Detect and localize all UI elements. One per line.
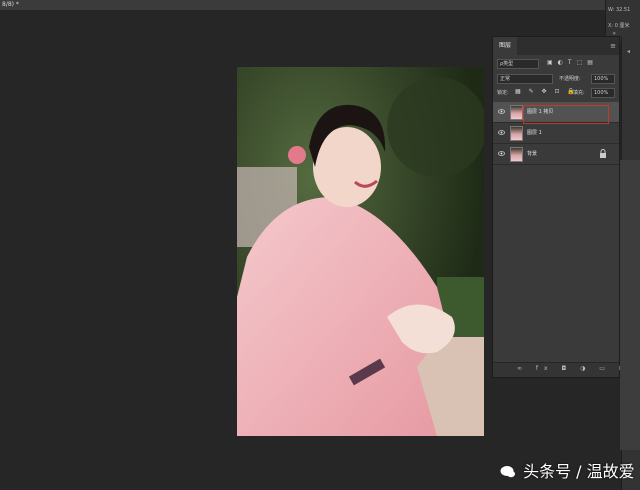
blend-row: 正常 不透明度: 100% [497, 74, 617, 85]
layer-row[interactable]: 图层 1 拷贝 [493, 102, 619, 124]
opacity-field[interactable]: 100% [591, 74, 615, 84]
document-tab[interactable]: 8/8) * [0, 0, 640, 10]
chat-bubble-icon [500, 466, 515, 478]
layers-panel-tabbar: 图层 ≡ [493, 37, 619, 55]
eye-icon[interactable] [498, 129, 505, 136]
lock-row: 锁定: ▦ ✎ ✥ ⊡ 🔒 填充: 100% [497, 88, 617, 99]
layer-thumbnail [510, 105, 523, 120]
fill-label: 填充: [573, 90, 585, 96]
canvas-image[interactable] [237, 67, 484, 436]
layer-filter-row: ρ类型 ▣◐T⬚▤ [497, 59, 617, 70]
dock-side-panel [620, 160, 640, 450]
filter-type-icons[interactable]: ▣◐T⬚▤ [547, 59, 598, 66]
fill-field[interactable]: 100% [591, 88, 615, 98]
layer-row[interactable]: 图层 1 [493, 123, 619, 144]
eye-icon[interactable] [498, 150, 505, 157]
lock-label: 锁定: [497, 90, 509, 96]
layer-name: 图层 1 [527, 130, 542, 136]
layers-list: 图层 1 拷贝 图层 1 背景 [493, 102, 619, 165]
layers-panel-footer: ∞ fx ◘ ◑ ▭ ⊞ 🗑 [493, 362, 640, 377]
layers-panel: » 图层 ≡ ρ类型 ▣◐T⬚▤ 正常 不透明度: 100% 锁定: ▦ ✎ ✥… [492, 30, 640, 378]
x-value[interactable]: 0 厘米 [615, 23, 630, 29]
layer-thumbnail [510, 126, 523, 141]
opacity-label: 不透明度: [559, 76, 581, 82]
watermark-text: 头条号 / 温故爱 [523, 462, 635, 481]
watermark: 头条号 / 温故爱 [500, 458, 635, 482]
blend-mode-select[interactable]: 正常 [497, 74, 553, 84]
photo-illustration [237, 67, 484, 436]
layer-name: 图层 1 拷贝 [527, 109, 554, 115]
layer-row[interactable]: 背景 [493, 144, 619, 165]
layer-name: 背景 [527, 151, 538, 157]
width-label: W: [608, 7, 615, 13]
panel-menu-icon[interactable]: ≡ [610, 42, 616, 50]
layer-thumbnail [510, 147, 523, 162]
lock-options-icons[interactable]: ▦ ✎ ✥ ⊡ 🔒 [515, 88, 578, 95]
document-tab-title: 8/8) * [2, 1, 19, 8]
tab-layers[interactable]: 图层 [493, 37, 518, 55]
panel-collapse-icon[interactable]: » [612, 30, 616, 37]
eye-icon[interactable] [498, 108, 505, 115]
lock-icon [600, 149, 606, 158]
width-value[interactable]: 32.51 [616, 7, 630, 13]
filter-kind-select[interactable]: ρ类型 [497, 59, 539, 69]
x-label: X: [608, 23, 614, 29]
dock-expand-icon[interactable]: ◂ [627, 48, 630, 55]
